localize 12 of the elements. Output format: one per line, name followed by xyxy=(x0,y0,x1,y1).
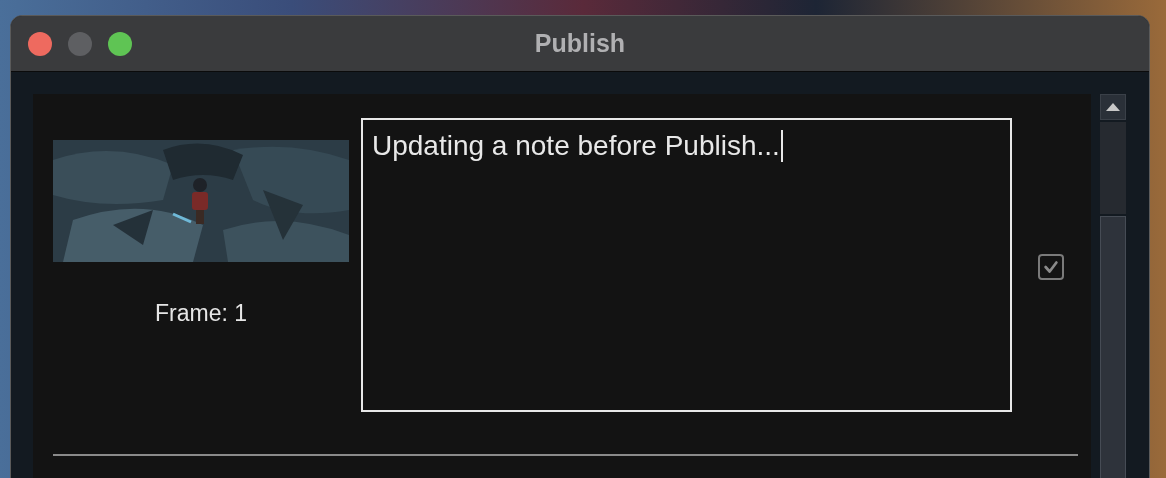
zoom-icon[interactable] xyxy=(108,31,132,56)
window-title: Publish xyxy=(534,29,626,58)
scroll-up-button[interactable] xyxy=(1100,94,1126,120)
scrollbar[interactable] xyxy=(1100,94,1126,478)
close-icon[interactable] xyxy=(28,31,52,56)
scrollbar-thumb[interactable] xyxy=(1100,216,1126,478)
note-field[interactable]: Updating a note before Publish... xyxy=(361,118,1012,412)
up-triangle-icon xyxy=(1106,103,1120,111)
checkmark-icon xyxy=(1042,258,1061,276)
text-cursor xyxy=(780,130,783,162)
checkbox[interactable] xyxy=(1038,254,1065,280)
frame-label: Frame: 1 xyxy=(155,300,247,327)
